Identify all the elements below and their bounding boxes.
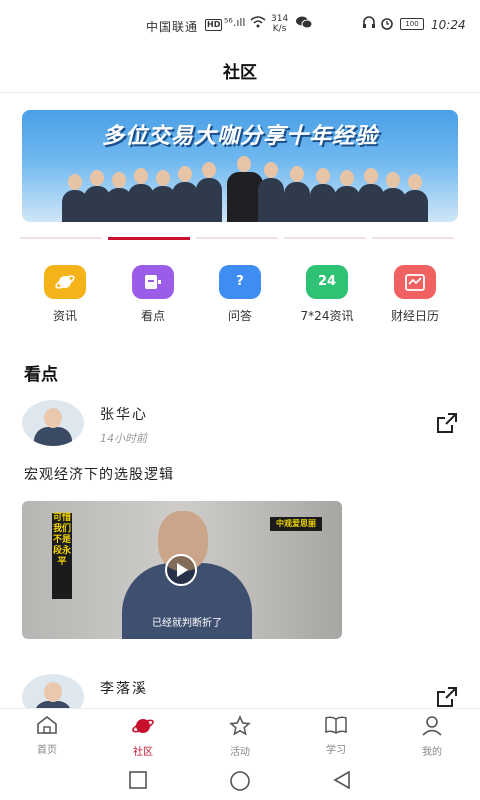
video-left-banner: 可惜我们不是段永平 [52, 513, 72, 599]
carousel-indicator [20, 237, 460, 240]
tab-3[interactable]: 学习 [306, 715, 366, 756]
finance-calendar-icon [394, 265, 436, 299]
book-icon [306, 715, 366, 739]
post-time: 14小时前 [100, 432, 147, 445]
banner-person [334, 170, 360, 222]
avatar-head [44, 682, 62, 702]
banner-people-image [62, 156, 428, 222]
avatar-head [44, 408, 62, 428]
network-speed: 314 K/s [271, 14, 288, 34]
avatar-body [34, 427, 72, 446]
planet-icon [44, 265, 86, 299]
carrier-label: 中国联通 [146, 20, 199, 34]
quick-link-label: 看点 [140, 309, 165, 323]
banner-person [402, 174, 428, 222]
quick-link-2[interactable]: ? 问答 [200, 265, 280, 324]
tab-1[interactable]: 社区 [113, 715, 173, 758]
person-icon [402, 715, 462, 741]
quick-link-3[interactable]: 24 7*24资讯 [287, 265, 367, 324]
alarm-icon [380, 16, 394, 33]
status-bar: 中国联通 HD ⁵⁶.ıll 314 K/s 100 10:24 [0, 0, 480, 44]
calendar-24-icon: 24 [306, 265, 348, 299]
bottom-tab-bar: 首页 社区 活动 学习 我的 [0, 708, 480, 761]
system-nav-bar [0, 760, 480, 800]
quick-links: 资讯 看点? 问答 24 7*24资讯 财经日历 [0, 265, 480, 325]
post-title[interactable]: 宏观经济下的选股逻辑 [24, 464, 174, 484]
page-header: 社区 [0, 44, 480, 93]
share-icon[interactable] [436, 686, 458, 708]
play-icon[interactable] [165, 554, 197, 586]
home-icon [17, 715, 77, 739]
video-right-banner: 中观爱思丽 [270, 517, 322, 531]
video-caption: 已经就判断折了 [152, 618, 222, 629]
question-icon: ? [219, 265, 261, 299]
signal-icon: ⁵⁶.ıll [224, 16, 246, 29]
author-name[interactable]: 李落溪 [100, 678, 148, 698]
recent-apps-button[interactable] [128, 770, 148, 794]
banner-headline: 多位交易大咖分享十年经验 [101, 124, 378, 149]
banner-person [310, 168, 336, 222]
headphone-icon [362, 16, 376, 32]
tab-label: 我的 [422, 747, 442, 758]
carousel-dot[interactable] [20, 237, 102, 239]
carousel-dot[interactable] [372, 237, 454, 239]
quick-link-label: 财经日历 [390, 309, 439, 323]
quick-link-label: 7*24资讯 [300, 309, 354, 323]
tab-label: 学习 [326, 745, 346, 756]
section-title: 看点 [24, 365, 58, 385]
author-name[interactable]: 张华心 [100, 404, 148, 424]
tab-4[interactable]: 我的 [402, 715, 462, 758]
share-icon[interactable] [436, 412, 458, 434]
tab-2[interactable]: 活动 [210, 715, 270, 758]
battery-icon: 100 [400, 18, 424, 30]
hd-badge: HD [205, 19, 223, 31]
quick-link-1[interactable]: 看点 [113, 265, 193, 324]
banner-person [284, 166, 310, 222]
planet-icon [113, 715, 173, 741]
tab-label: 活动 [230, 747, 250, 758]
speed-value: 314 [271, 14, 289, 24]
quick-link-0[interactable]: 资讯 [25, 265, 105, 324]
promo-banner[interactable]: 多位交易大咖分享十年经验 [22, 110, 458, 222]
carousel-dot[interactable] [108, 237, 190, 240]
quick-link-label: 资讯 [52, 309, 77, 323]
star-icon [210, 715, 270, 741]
tab-label: 首页 [37, 745, 57, 756]
video-thumbnail[interactable]: 可惜我们不是段永平 中观爱思丽 已经就判断折了 [22, 501, 342, 639]
banner-person [172, 166, 198, 222]
wechat-icon [296, 16, 313, 32]
back-button[interactable] [332, 770, 352, 794]
home-button[interactable] [229, 770, 251, 796]
quick-link-label: 问答 [227, 309, 252, 323]
tab-label: 社区 [133, 747, 153, 758]
quick-link-4[interactable]: 财经日历 [375, 265, 455, 324]
avatar[interactable] [22, 400, 84, 446]
banner-person [258, 162, 284, 222]
video-icon [132, 265, 174, 299]
carousel-dot[interactable] [196, 237, 278, 239]
banner-person [196, 162, 222, 222]
page-title: 社区 [223, 63, 257, 83]
clock: 10:24 [431, 18, 466, 32]
carousel-dot[interactable] [284, 237, 366, 239]
tab-0[interactable]: 首页 [17, 715, 77, 756]
wifi-icon [250, 16, 266, 31]
speed-unit: K/s [272, 24, 287, 34]
